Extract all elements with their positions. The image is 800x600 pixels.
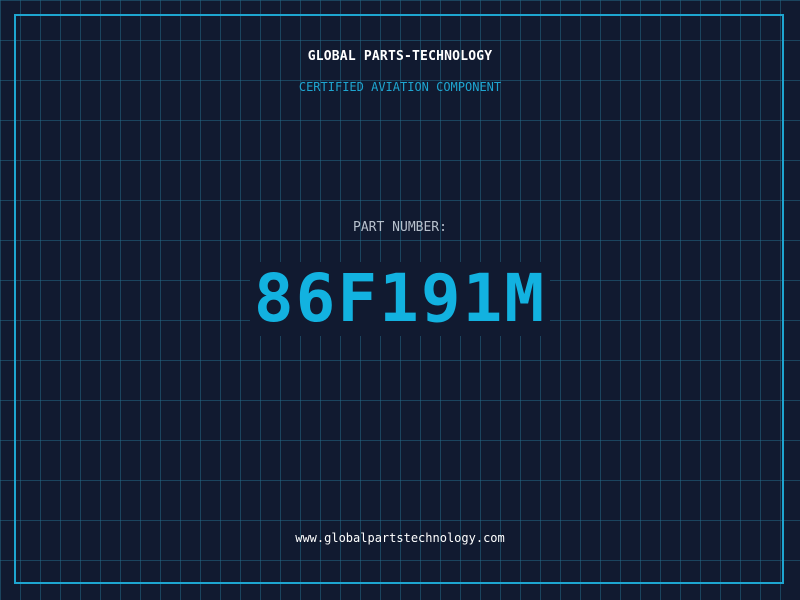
certification-tagline: CERTIFIED AVIATION COMPONENT [298, 80, 502, 94]
company-name: GLOBAL PARTS-TECHNOLOGY [307, 49, 493, 64]
part-number-container: 86F191M [0, 262, 800, 342]
part-card: GLOBAL PARTS-TECHNOLOGY CERTIFIED AVIATI… [0, 0, 800, 600]
part-number-label: PART NUMBER: [353, 220, 447, 235]
part-number-value: 86F191M [249, 262, 551, 336]
website-url: www.globalpartstechnology.com [295, 531, 505, 545]
